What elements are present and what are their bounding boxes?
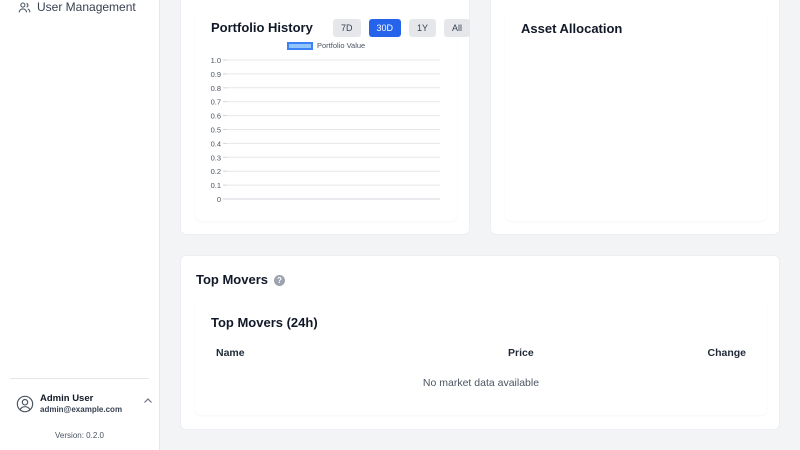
asset-allocation-panel: Asset Allocation — [505, 9, 767, 221]
y-axis-tick-label: 0.6 — [211, 112, 221, 121]
top-movers-panel: Top Movers (24h) Name Price Change No ma… — [195, 300, 767, 415]
y-axis-tick-label: 0.4 — [211, 139, 221, 148]
top-movers-table: Name Price Change No market data availab… — [195, 347, 767, 407]
top-movers-section-title: Top Movers? — [196, 272, 285, 287]
user-name: Admin User — [40, 393, 94, 404]
user-email: admin@example.com — [40, 405, 123, 414]
asset-allocation-title: Asset Allocation — [521, 21, 623, 36]
portfolio-history-panel: Portfolio History 7D 30D 1Y All Portfoli… — [195, 9, 471, 221]
y-axis-tick-label: 0.9 — [211, 70, 221, 79]
y-axis-tick-label: 1.0 — [211, 56, 221, 65]
user-menu[interactable]: Admin User admin@example.com — [16, 393, 152, 414]
user-info: Admin User admin@example.com — [40, 393, 122, 414]
portfolio-history-card: Portfolio History 7D 30D 1Y All Portfoli… — [180, 0, 471, 235]
portfolio-history-chart: 1.0 0.9 0.8 0.7 0.6 0.5 0.4 0.3 0.2 0.1 0 — [211, 56, 440, 204]
top-movers-table-title: Top Movers (24h) — [211, 315, 318, 330]
y-axis-tick-label: 0 — [217, 195, 221, 204]
sidebar-footer: Admin User admin@example.com Version: 0.… — [10, 378, 152, 440]
sidebar-item-user-management[interactable]: User Management — [18, 0, 136, 14]
users-icon — [18, 2, 31, 12]
top-movers-section-label: Top Movers — [196, 272, 268, 287]
user-avatar-icon — [16, 395, 34, 412]
chevron-up-icon[interactable] — [142, 395, 154, 407]
y-axis-tick-label: 0.5 — [211, 126, 221, 135]
top-movers-card: Top Movers? Top Movers (24h) Name Price … — [180, 255, 780, 430]
y-axis-tick-label: 0.8 — [211, 84, 221, 93]
asset-allocation-card: Asset Allocation — [490, 0, 780, 235]
y-axis-tick-label: 0.1 — [211, 181, 221, 190]
y-axis-tick-label: 0.2 — [211, 167, 221, 176]
column-header-name[interactable]: Name — [216, 347, 245, 359]
y-axis-tick-label: 0.7 — [211, 98, 221, 107]
empty-state-message: No market data available — [422, 377, 540, 389]
app-version: Version: 0.2.0 — [55, 431, 104, 440]
column-header-change[interactable]: Change — [707, 347, 746, 359]
sidebar: User Management Admin User admin@example… — [0, 0, 160, 450]
y-axis-tick-label: 0.3 — [211, 153, 221, 162]
sidebar-item-label: User Management — [37, 0, 136, 14]
column-header-price[interactable]: Price — [508, 347, 534, 359]
help-icon[interactable]: ? — [274, 275, 285, 287]
